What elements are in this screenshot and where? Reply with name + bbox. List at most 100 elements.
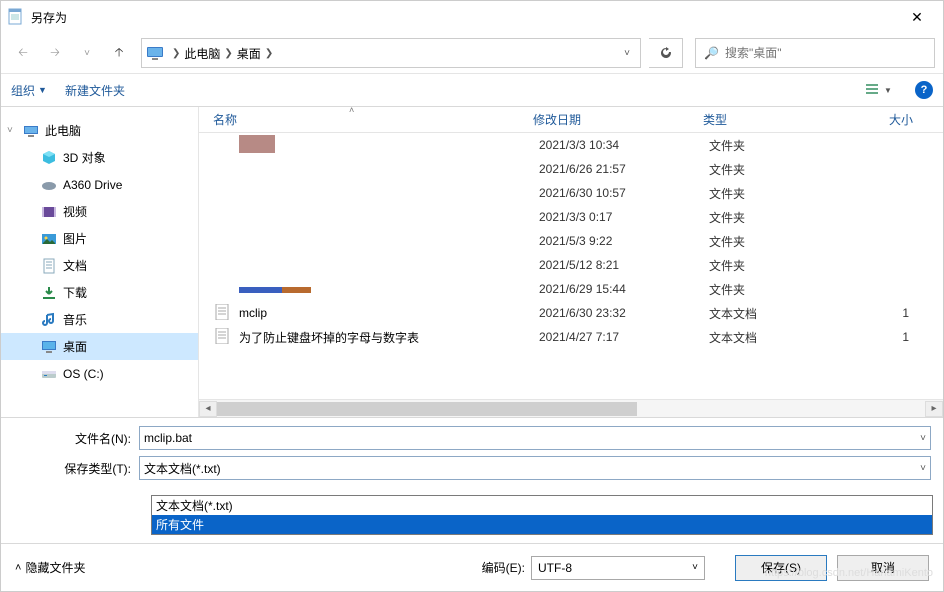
save-button[interactable]: 保存(S) xyxy=(735,555,827,581)
sidebar-item-label: OS (C:) xyxy=(63,367,104,381)
titlebar: 另存为 ✕ xyxy=(1,1,943,33)
forward-button[interactable]: 🡢 xyxy=(41,39,69,67)
sidebar: ˅ 此电脑 3D 对象 A360 Drive 视频 图片 文档 下载 xyxy=(1,107,199,417)
address-dropdown[interactable]: ˅ xyxy=(618,48,636,59)
toolbar: 组织 ▼ 新建文件夹 ▼ ? xyxy=(1,73,943,107)
back-button[interactable]: 🡠 xyxy=(9,39,37,67)
column-type[interactable]: 类型 xyxy=(703,111,853,128)
breadcrumb-root[interactable]: 此电脑 xyxy=(184,45,220,62)
sidebar-item-videos[interactable]: 视频 xyxy=(1,198,198,225)
chevron-down-icon: ▼ xyxy=(38,85,47,95)
search-icon: 🔍 xyxy=(704,46,719,60)
file-type: 文件夹 xyxy=(709,257,859,274)
scroll-right-button[interactable]: ▸ xyxy=(925,401,943,417)
scrollbar-thumb[interactable] xyxy=(217,402,637,416)
cube-icon xyxy=(41,150,57,166)
recent-dropdown[interactable]: ˅ xyxy=(73,39,101,67)
file-size: 1 xyxy=(859,306,909,320)
this-pc-icon xyxy=(23,123,39,139)
file-name: 为了防止键盘坏掉的字母与数字表 xyxy=(239,329,539,346)
chevron-down-icon[interactable]: ˅ xyxy=(916,463,926,474)
scroll-left-button[interactable]: ◂ xyxy=(199,401,217,417)
list-item[interactable]: 2021/5/12 8:21 文件夹 xyxy=(199,253,943,277)
notepad-icon xyxy=(7,8,25,26)
organize-label: 组织 xyxy=(11,82,35,99)
file-type: 文本文档 xyxy=(709,305,859,322)
sidebar-item-pictures[interactable]: 图片 xyxy=(1,225,198,252)
column-headers: ˄ 名称 修改日期 类型 大小 xyxy=(199,107,943,133)
file-name: mclip xyxy=(239,306,539,320)
list-item[interactable]: 2021/6/29 15:44 文件夹 xyxy=(199,277,943,301)
list-item[interactable]: 为了防止键盘坏掉的字母与数字表 2021/4/27 7:17 文本文档 1 xyxy=(199,325,943,349)
file-date: 2021/6/29 15:44 xyxy=(539,282,709,296)
column-size[interactable]: 大小 xyxy=(853,111,913,128)
sidebar-item-downloads[interactable]: 下载 xyxy=(1,279,198,306)
refresh-button[interactable] xyxy=(649,38,683,68)
horizontal-scrollbar[interactable]: ◂ ▸ xyxy=(199,399,943,417)
filename-field[interactable]: ˅ xyxy=(139,426,931,450)
sidebar-item-desktop[interactable]: 桌面 xyxy=(1,333,198,360)
list-item[interactable]: 2021/3/3 10:34 文件夹 xyxy=(199,133,943,157)
address-bar[interactable]: ❯ 此电脑 ❯ 桌面 ❯ ˅ xyxy=(141,38,641,68)
close-button[interactable]: ✕ xyxy=(897,1,937,33)
search-input[interactable] xyxy=(725,46,926,60)
window-title: 另存为 xyxy=(31,9,897,26)
sidebar-item-a360[interactable]: A360 Drive xyxy=(1,171,198,198)
sidebar-item-documents[interactable]: 文档 xyxy=(1,252,198,279)
sidebar-item-os-c[interactable]: OS (C:) xyxy=(1,360,198,387)
filename-label: 文件名(N): xyxy=(13,430,139,447)
text-file-icon xyxy=(213,304,231,323)
file-list[interactable]: 2021/3/3 10:34 文件夹 2021/6/26 21:57 文件夹 2… xyxy=(199,133,943,399)
chevron-right-icon: ❯ xyxy=(265,48,273,59)
chevron-down-icon: ˅ xyxy=(692,562,698,573)
savetype-option[interactable]: 文本文档(*.txt) xyxy=(152,496,932,515)
list-item[interactable]: 2021/5/3 9:22 文件夹 xyxy=(199,229,943,253)
chevron-right-icon: ❯ xyxy=(172,48,180,59)
document-icon xyxy=(41,258,57,274)
view-options-button[interactable]: ▼ xyxy=(861,79,897,101)
sort-indicator-icon: ˄ xyxy=(349,105,354,115)
new-folder-button[interactable]: 新建文件夹 xyxy=(65,82,125,99)
footer: ˄ 隐藏文件夹 编码(E): UTF-8 ˅ 保存(S) 取消 xyxy=(1,543,943,591)
file-date: 2021/4/27 7:17 xyxy=(539,330,709,344)
file-date: 2021/3/3 0:17 xyxy=(539,210,709,224)
organize-button[interactable]: 组织 ▼ xyxy=(11,82,47,99)
file-type: 文件夹 xyxy=(709,209,859,226)
chevron-down-icon: ▼ xyxy=(884,86,892,95)
savetype-value: 文本文档(*.txt) xyxy=(144,460,916,477)
desktop-icon xyxy=(41,339,57,355)
sidebar-item-label: 图片 xyxy=(63,230,87,247)
filename-input[interactable] xyxy=(144,431,916,445)
sidebar-item-label: 桌面 xyxy=(63,338,87,355)
savetype-field[interactable]: 文本文档(*.txt) ˅ xyxy=(139,456,931,480)
download-icon xyxy=(41,285,57,301)
sidebar-this-pc[interactable]: ˅ 此电脑 xyxy=(1,117,198,144)
file-size: 1 xyxy=(859,330,909,344)
cancel-button[interactable]: 取消 xyxy=(837,555,929,581)
this-pc-icon xyxy=(146,44,164,62)
encoding-select[interactable]: UTF-8 ˅ xyxy=(531,556,705,580)
help-button[interactable]: ? xyxy=(915,81,933,99)
sidebar-item-3d[interactable]: 3D 对象 xyxy=(1,144,198,171)
sidebar-item-label: 音乐 xyxy=(63,311,87,328)
list-item[interactable]: 2021/3/3 0:17 文件夹 xyxy=(199,205,943,229)
savetype-option[interactable]: 所有文件 xyxy=(152,515,932,534)
file-type: 文本文档 xyxy=(709,329,859,346)
column-name[interactable]: 名称 xyxy=(213,111,533,128)
column-date[interactable]: 修改日期 xyxy=(533,111,703,128)
redacted-name xyxy=(239,135,275,153)
breadcrumb-folder[interactable]: 桌面 xyxy=(237,45,261,62)
list-item[interactable]: 2021/6/26 21:57 文件夹 xyxy=(199,157,943,181)
sidebar-item-music[interactable]: 音乐 xyxy=(1,306,198,333)
file-type: 文件夹 xyxy=(709,281,859,298)
list-item[interactable]: 2021/6/30 10:57 文件夹 xyxy=(199,181,943,205)
scrollbar-track[interactable] xyxy=(217,401,925,417)
up-button[interactable]: 🡡 xyxy=(105,39,133,67)
hide-folders-toggle[interactable]: ˄ 隐藏文件夹 xyxy=(15,559,85,576)
file-date: 2021/6/30 23:32 xyxy=(539,306,709,320)
savetype-dropdown[interactable]: 文本文档(*.txt) 所有文件 xyxy=(151,495,933,535)
chevron-down-icon[interactable]: ˅ xyxy=(916,433,926,444)
list-item[interactable]: mclip 2021/6/30 23:32 文本文档 1 xyxy=(199,301,943,325)
search-box[interactable]: 🔍 xyxy=(695,38,935,68)
chevron-down-icon[interactable]: ˅ xyxy=(7,125,13,136)
